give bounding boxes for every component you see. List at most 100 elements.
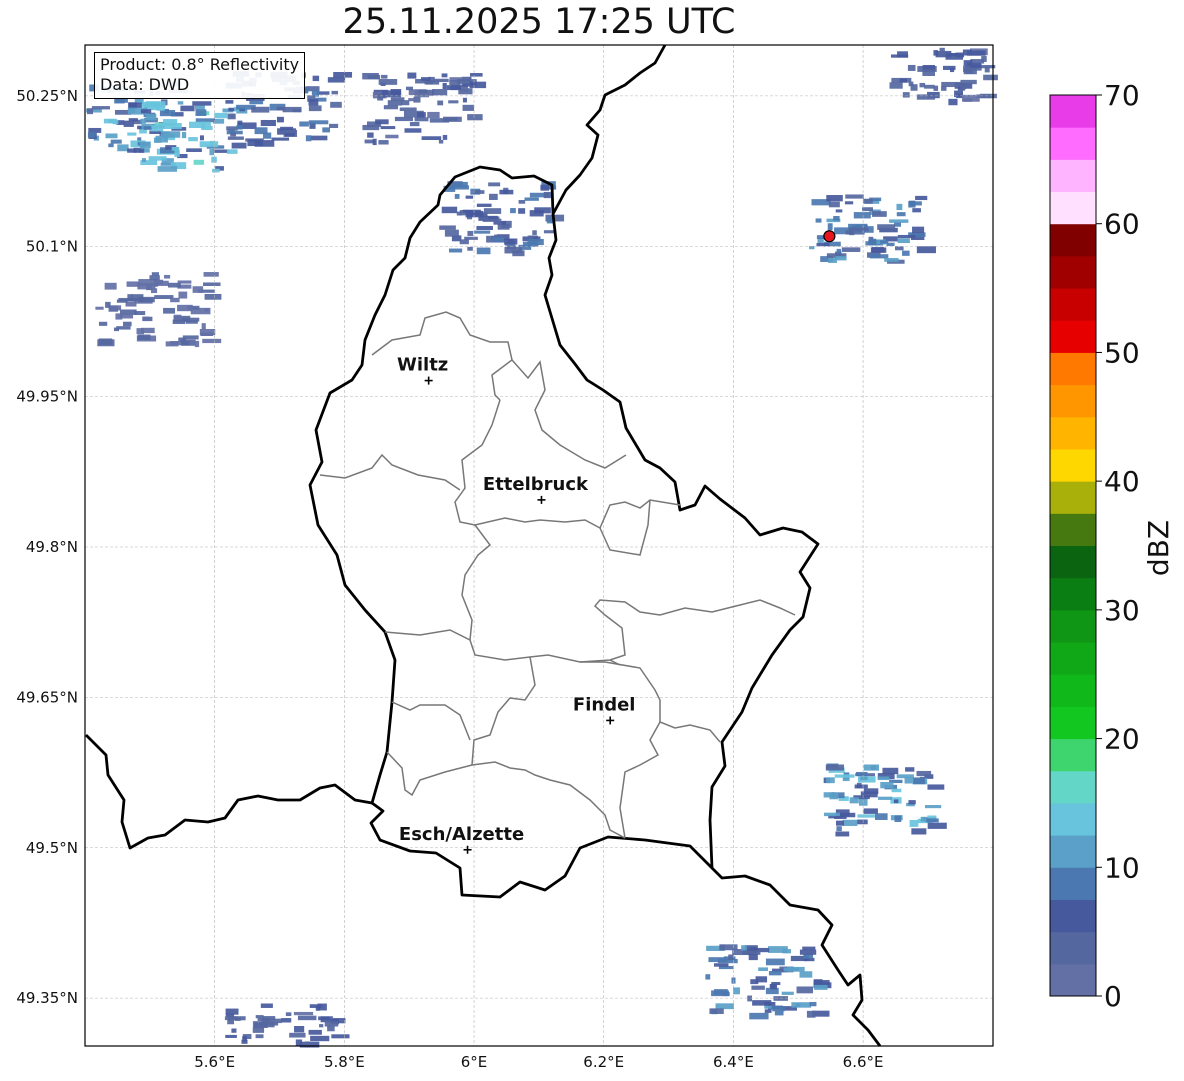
radar-echo-cell (375, 119, 389, 125)
colorbar-tick-label: 30 (1104, 594, 1140, 627)
radar-echo-cell (448, 100, 459, 104)
radar-echo-cell (213, 149, 229, 153)
radar-echo-cluster (439, 181, 565, 257)
radar-echo-cell (409, 121, 420, 127)
radar-echo-cell (863, 198, 873, 204)
radar-echo-cell (439, 225, 456, 230)
radar-echo-cell (260, 119, 276, 127)
radar-echo-cell (765, 958, 785, 966)
radar-echo-cell (150, 125, 164, 132)
radar-echo-cell (933, 50, 938, 56)
radar-echo-cell (380, 126, 396, 130)
radar-echo-cell (449, 248, 463, 253)
radar-echo-cell (128, 102, 142, 109)
radar-echo-cell (150, 288, 158, 294)
radar-echo-cell (429, 118, 450, 123)
radar-echo-cell (372, 138, 377, 146)
radar-echo-cell (709, 1008, 724, 1014)
radar-echo-cell (165, 341, 179, 347)
radar-echo-cell (327, 77, 346, 83)
radar-echo-cell (282, 106, 302, 113)
radar-echo-cell (922, 69, 936, 76)
city-label: Findel (573, 694, 636, 715)
radar-echo-cluster (362, 72, 487, 146)
radar-echo-cell (512, 250, 525, 257)
radar-echo-cell (399, 107, 417, 112)
y-tick-label: 49.65°N (16, 688, 78, 706)
radar-echo-cell (242, 1036, 247, 1042)
luxembourg-national-border (308, 165, 820, 899)
radar-echo-cell (467, 230, 474, 236)
radar-echo-cell (195, 109, 207, 116)
radar-echo-cell (806, 1010, 816, 1018)
radar-echo-cell (796, 986, 814, 994)
radar-echo-cell (482, 218, 502, 222)
radar-echo-cell (417, 112, 426, 118)
radar-echo-cell (897, 51, 908, 58)
radar-echo-cell (459, 239, 469, 245)
radar-echo-cell (510, 208, 516, 214)
radar-echo-cell (231, 142, 247, 149)
radar-echo-cell (783, 967, 799, 972)
radar-echo-cell (896, 203, 903, 211)
radar-echo-cell (225, 1034, 237, 1038)
radar-echo-cell (119, 313, 134, 319)
radar-echo-cell (312, 75, 320, 82)
radar-echo-cell (418, 89, 428, 94)
radar-echo-cell (896, 212, 906, 217)
colorbar-tick-label: 40 (1104, 465, 1140, 498)
radar-echo-cell (916, 246, 936, 254)
radar-echo-cell (815, 218, 822, 223)
radar-echo-cell (872, 211, 887, 217)
radar-echo-cell (456, 211, 462, 216)
radar-echo-cell (719, 944, 738, 951)
radar-echo-cell (933, 85, 939, 91)
radar-echo-cell (499, 189, 514, 195)
colorbar-swatch (1050, 384, 1096, 418)
radar-echo-cell (432, 89, 448, 96)
radar-echo-cell (897, 234, 916, 239)
radar-echo-cell (295, 1039, 303, 1046)
radar-echo-cell (127, 294, 133, 301)
radar-echo-cell (470, 73, 483, 77)
radar-echo-cell (168, 282, 181, 288)
y-tick-label: 50.1°N (26, 237, 78, 255)
radar-echo-cell (151, 272, 159, 276)
radar-echo-cell (856, 771, 868, 776)
radar-echo-cell (963, 65, 971, 73)
radar-echo-cell (863, 788, 879, 795)
radar-echo-cell (981, 56, 987, 62)
radar-echo-cell (433, 78, 449, 83)
radar-echo-cell (211, 156, 217, 163)
radar-echo-cell (251, 106, 270, 113)
colorbar-swatch (1050, 255, 1096, 289)
radar-echo-cell (473, 230, 491, 234)
radar-echo-cell (476, 247, 491, 255)
radar-echo-cell (174, 150, 180, 157)
radar-echo-cell (116, 326, 131, 330)
colorbar-swatch (1050, 867, 1096, 900)
city-label: Esch/Alzette (399, 824, 524, 845)
radar-echo-cell (748, 953, 758, 961)
radar-echo-cell (842, 819, 858, 826)
y-tick-label: 49.8°N (26, 538, 78, 556)
radar-echo-cell (713, 963, 729, 967)
radar-echo-cell (299, 121, 309, 127)
radar-echo-cell (880, 782, 894, 789)
radar-echo-cell (773, 996, 789, 1001)
radar-echo-cell (827, 223, 833, 231)
colorbar-swatch (1050, 95, 1096, 128)
colorbar-swatch (1050, 416, 1096, 450)
german-border-north (551, 44, 667, 215)
radar-echo-cell (112, 119, 119, 125)
radar-echo-cell (105, 133, 118, 139)
radar-echo-cell (203, 272, 219, 277)
radar-echo-cell (95, 306, 104, 310)
radar-echo-cell (315, 1006, 321, 1011)
colorbar-swatch (1050, 802, 1096, 836)
radar-echo-cell (141, 158, 147, 162)
radar-echo-cell (912, 208, 921, 213)
colorbar-swatch (1050, 545, 1096, 579)
radar-echo-cell (799, 949, 817, 955)
radar-echo-cell (276, 116, 284, 123)
